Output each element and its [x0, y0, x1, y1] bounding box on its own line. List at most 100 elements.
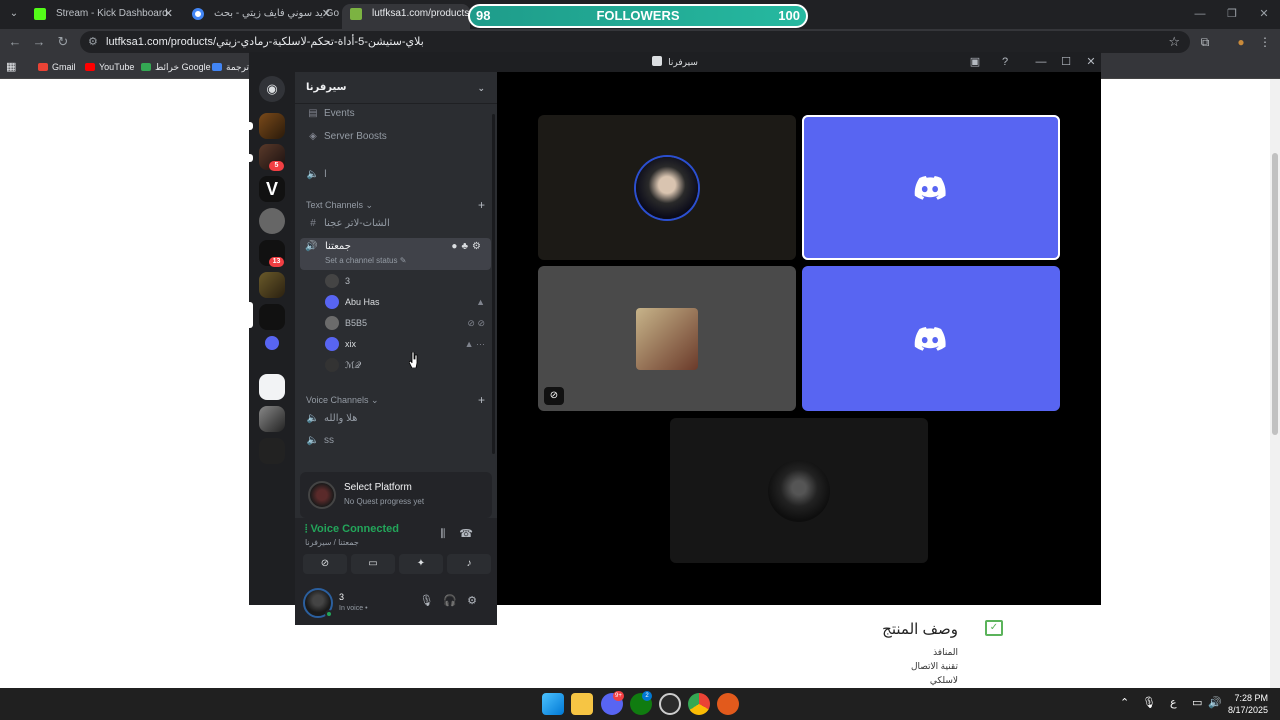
user-actions[interactable]: ▲ ··· [465, 335, 485, 353]
inbox-icon[interactable]: ▣ [963, 52, 987, 72]
avatar [636, 156, 698, 219]
participant-tile[interactable]: ⊘ [538, 266, 796, 411]
microphone-icon[interactable]: 🎙 [1142, 696, 1156, 709]
server-icon[interactable] [259, 113, 285, 139]
help-icon[interactable]: ? [993, 52, 1017, 72]
add-channel-icon[interactable]: + [478, 393, 485, 407]
invite-icon[interactable]: ♣ [461, 241, 472, 252]
quest-card[interactable]: Select Platform No Quest progress yet [300, 472, 492, 518]
close-tab-icon[interactable]: ✕ [164, 4, 173, 24]
show-hidden-icons[interactable]: ⌃ [1120, 696, 1129, 709]
obs-icon[interactable] [659, 693, 681, 715]
followers-current: 98 [476, 8, 491, 23]
app-icon[interactable] [717, 693, 739, 715]
minimize-icon[interactable]: — [1029, 52, 1053, 72]
volume-icon[interactable]: 🔊 [1208, 696, 1222, 709]
user-name: ℳ𝒬 [345, 360, 362, 370]
avatar [325, 337, 339, 351]
back-icon[interactable]: ← [6, 33, 24, 51]
noise-suppression-icon[interactable]: ⫼ [440, 528, 459, 540]
extensions-icon[interactable]: ⧉ [1196, 33, 1214, 51]
activities-button[interactable]: ✦ [399, 554, 443, 574]
maximize-icon[interactable]: ❐ [1216, 0, 1248, 29]
soundboard-button[interactable]: ♪ [447, 554, 491, 574]
unread-indicator [249, 154, 253, 162]
add-channel-icon[interactable]: + [478, 198, 485, 212]
participant-tile[interactable] [802, 115, 1060, 260]
participant-tile[interactable] [538, 115, 796, 260]
voice-channels-category[interactable]: Voice Channels ⌄ [306, 393, 379, 407]
server-icon[interactable] [259, 208, 285, 234]
page-scrollbar[interactable] [1270, 79, 1280, 688]
sidebar-scrollbar[interactable] [492, 114, 495, 454]
participant-tile[interactable] [670, 418, 928, 563]
address-bar[interactable]: ⚙ lutfksa1.com/products/بلاي-ستيشن-5-أدا… [80, 31, 1190, 53]
apps-grid-icon[interactable]: ▦ [6, 59, 16, 75]
window-title: سيرفرنا [668, 57, 698, 67]
channel-status[interactable]: Set a channel status ✎ [325, 256, 406, 265]
server-boosts-item[interactable]: ◈ Server Boosts [306, 128, 387, 146]
camera-off-button[interactable]: ⊘ [303, 554, 347, 574]
file-explorer-icon[interactable] [571, 693, 593, 715]
screen-share-button[interactable]: ▭ [351, 554, 395, 574]
server-header[interactable]: سيرفرنا ⌄ [295, 72, 497, 104]
headphones-icon[interactable]: 🎧 [443, 595, 467, 607]
settings-icon[interactable]: ⚙ [472, 241, 485, 252]
discord-home-icon[interactable]: ◉ [259, 76, 285, 102]
speaker-icon: 🔊 [305, 241, 318, 252]
server-icon[interactable] [259, 406, 285, 432]
server-icon[interactable]: V [259, 176, 285, 202]
page-scroll-thumb[interactable] [1272, 153, 1278, 435]
close-tab-icon[interactable]: ✕ [322, 4, 331, 24]
participant-tile[interactable] [802, 266, 1060, 411]
maximize-icon[interactable]: ☐ [1054, 52, 1078, 72]
boost-icon: ◈ [309, 131, 317, 142]
stage-channel[interactable]: 🔈 ا [306, 166, 327, 184]
bookmark-translate[interactable]: ترجمة [212, 59, 249, 75]
bookmark-star-icon[interactable]: ☆ [1168, 31, 1180, 53]
settings-icon[interactable]: ⚙ [467, 595, 487, 607]
spec-line: تقنية الاتصال [910, 661, 958, 671]
active-voice-channel[interactable]: 🔊 جمعتنا Set a channel status ✎ ●♣⚙ [300, 238, 491, 270]
server-icon[interactable] [259, 272, 285, 298]
close-icon[interactable]: ✕ [1079, 52, 1103, 72]
minimize-icon[interactable]: — [1184, 0, 1216, 29]
tab-search-icon[interactable]: ⌄ [4, 5, 24, 23]
text-channel[interactable]: # الشات-لاتر عجنا [306, 215, 390, 233]
network-icon[interactable]: ▭ [1192, 696, 1202, 709]
chevron-down-icon[interactable]: ⌄ [477, 72, 485, 104]
tab-kick-dashboard[interactable]: Stream - Kick Dashboard ✕ [26, 4, 181, 29]
chat-icon[interactable]: ● [451, 241, 461, 252]
events-item[interactable]: ▤ Events [306, 105, 354, 123]
bookmark-maps[interactable]: خرائط Google [141, 59, 211, 75]
site-info-icon[interactable]: ⚙ [88, 31, 98, 53]
bookmark-gmail[interactable]: Gmail [38, 59, 76, 75]
voice-location[interactable]: جمعتنا / سيرفرنا [305, 538, 359, 547]
system-clock[interactable]: 7:28 PM 8/17/2025 [1228, 692, 1268, 716]
tab-google-search[interactable]: يد سوني فايف زيتي - بحث Google ✕ [184, 4, 339, 29]
forward-icon[interactable]: → [30, 33, 48, 51]
voice-connected-status[interactable]: ⦙ Voice Connected [305, 523, 399, 536]
server-icon[interactable] [259, 304, 285, 330]
profile-avatar-icon[interactable]: ● [1232, 33, 1250, 51]
reload-icon[interactable]: ↻ [54, 33, 72, 51]
microphone-icon[interactable]: 🎙 [419, 595, 443, 607]
voice-channel[interactable]: 🔈 هلا والله [306, 410, 358, 428]
server-icon[interactable] [259, 438, 285, 464]
notification-badge: 9+ [613, 691, 624, 701]
voice-channel[interactable]: 🔈 ss [306, 432, 334, 450]
tab-lutfksa-product[interactable]: lutfksa1.com/products/زيتي [342, 4, 470, 29]
disconnect-icon[interactable]: ☎ [459, 528, 487, 540]
chrome-icon[interactable] [688, 693, 710, 715]
spec-line: لاسلكي [929, 675, 958, 685]
server-icon[interactable] [259, 374, 285, 400]
windows-start-icon[interactable] [542, 693, 564, 715]
tab-title: lutfksa1.com/products/زيتي [372, 8, 470, 19]
browser-menu-icon[interactable]: ⋮ [1256, 33, 1274, 51]
server-icon[interactable] [265, 336, 279, 350]
channel-name: الشات-لاتر عجنا [324, 218, 390, 229]
text-channels-category[interactable]: Text Channels ⌄ [306, 198, 373, 212]
close-icon[interactable]: ✕ [1248, 0, 1280, 29]
bookmark-youtube[interactable]: YouTube [85, 59, 134, 75]
input-language[interactable]: ع [1170, 696, 1177, 709]
